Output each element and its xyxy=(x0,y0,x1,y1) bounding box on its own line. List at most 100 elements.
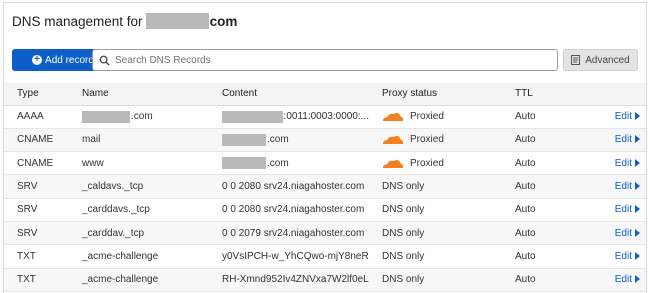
triangle-right-icon xyxy=(635,135,640,144)
record-ttl: Auto xyxy=(502,151,582,176)
advanced-label: Advanced xyxy=(585,54,630,66)
triangle-right-icon xyxy=(635,182,640,191)
triangle-right-icon xyxy=(635,112,640,121)
record-ttl: Auto xyxy=(502,221,582,246)
proxy-status-text: Proxied xyxy=(410,111,444,123)
edit-label: Edit xyxy=(614,181,632,193)
record-content: 0 0 2080 srv24.niagahoster.com xyxy=(209,174,369,199)
record-content-tail: .com xyxy=(267,134,289,146)
edit-link[interactable]: Edit xyxy=(582,268,646,292)
record-content: :0011:0003:0000:... xyxy=(209,105,369,129)
triangle-right-icon xyxy=(635,158,640,167)
cloud-icon xyxy=(383,159,404,168)
dns-management-panel: DNS management for com + Add record Adva… xyxy=(3,2,647,293)
proxy-status: DNS only xyxy=(369,198,502,222)
record-type: CNAME xyxy=(4,128,69,153)
edit-label: Edit xyxy=(614,250,632,262)
edit-link[interactable]: Edit xyxy=(582,128,646,153)
record-name: _carddav._tcp xyxy=(69,221,209,246)
edit-label: Edit xyxy=(614,134,632,146)
record-ttl: Auto xyxy=(502,244,582,269)
record-content: 0 0 2079 srv24.niagahoster.com xyxy=(209,221,369,246)
record-type: TXT xyxy=(4,268,69,292)
edit-label: Edit xyxy=(614,157,632,169)
record-type: SRV xyxy=(4,174,69,199)
triangle-right-icon xyxy=(635,205,640,214)
proxy-status: DNS only xyxy=(369,221,502,246)
edit-link[interactable]: Edit xyxy=(582,174,646,199)
search-box[interactable] xyxy=(92,49,558,71)
record-name: _caldavs._tcp xyxy=(69,174,209,199)
redacted-domain xyxy=(145,13,209,29)
proxy-status: DNS only xyxy=(369,268,502,292)
search-input[interactable] xyxy=(115,54,535,66)
edit-link[interactable]: Edit xyxy=(582,151,646,176)
document-icon xyxy=(571,55,581,65)
page-title-prefix: DNS management for xyxy=(12,13,143,29)
redacted-content xyxy=(222,133,266,146)
record-ttl: Auto xyxy=(502,105,582,129)
record-type: AAAA xyxy=(4,105,69,129)
edit-link[interactable]: Edit xyxy=(582,198,646,222)
record-name: www xyxy=(69,151,209,176)
proxy-status-text: Proxied xyxy=(410,157,444,169)
record-content-tail: :0011:0003:0000:... xyxy=(283,111,369,123)
record-name: mail xyxy=(69,128,209,153)
proxy-status: DNS only xyxy=(369,174,502,199)
column-header-type[interactable]: Type xyxy=(4,83,69,106)
triangle-right-icon xyxy=(635,228,640,237)
table-row[interactable]: CNAME mail .com Proxied Auto Edit xyxy=(4,128,646,153)
edit-link[interactable]: Edit xyxy=(582,105,646,129)
proxy-status: Proxied xyxy=(369,151,502,176)
cloud-icon xyxy=(383,136,404,145)
record-content: .com xyxy=(209,128,369,153)
record-type: SRV xyxy=(4,221,69,246)
record-ttl: Auto xyxy=(502,174,582,199)
edit-label: Edit xyxy=(614,111,632,123)
record-name: _carddavs._tcp xyxy=(69,198,209,222)
advanced-button[interactable]: Advanced xyxy=(563,49,638,71)
record-content: .com xyxy=(209,151,369,176)
proxy-status: Proxied xyxy=(369,105,502,129)
dns-records-table: Type Name Content Proxy status TTL AAAA … xyxy=(4,83,646,292)
table-row[interactable]: SRV _caldavs._tcp 0 0 2080 srv24.niagaho… xyxy=(4,174,646,199)
column-header-proxy-status[interactable]: Proxy status xyxy=(369,83,502,106)
column-header-content[interactable]: Content xyxy=(209,83,369,106)
table-row[interactable]: TXT _acme-challenge y0VsIPCH-w_YhCQwo-mj… xyxy=(4,244,646,269)
record-ttl: Auto xyxy=(502,198,582,222)
edit-link[interactable]: Edit xyxy=(582,221,646,246)
column-header-ttl[interactable]: TTL xyxy=(502,83,582,106)
edit-link[interactable]: Edit xyxy=(582,244,646,269)
record-content: 0 0 2080 srv24.niagahoster.com xyxy=(209,198,369,222)
triangle-right-icon xyxy=(635,275,640,284)
record-type: TXT xyxy=(4,244,69,269)
table-row[interactable]: SRV _carddavs._tcp 0 0 2080 srv24.niagah… xyxy=(4,198,646,222)
plus-circle-icon: + xyxy=(32,55,43,65)
record-type: CNAME xyxy=(4,151,69,176)
triangle-right-icon xyxy=(635,251,640,260)
proxy-status-text: Proxied xyxy=(410,134,444,146)
table-row[interactable]: AAAA .com :0011:0003:0000:... Proxied Au… xyxy=(4,105,646,129)
record-ttl: Auto xyxy=(502,128,582,153)
page-title-domain-suffix: com xyxy=(209,13,238,29)
record-name: _acme-challenge xyxy=(69,244,209,269)
edit-label: Edit xyxy=(614,227,632,239)
record-ttl: Auto xyxy=(502,268,582,292)
redacted-name xyxy=(82,110,130,123)
record-content: RH-Xmnd952Iv4ZNVxa7W2lf0eL... xyxy=(209,268,369,292)
search-icon xyxy=(99,55,110,66)
column-header-name[interactable]: Name xyxy=(69,83,209,106)
table-row[interactable]: SRV _carddav._tcp 0 0 2079 srv24.niagaho… xyxy=(4,221,646,246)
proxy-status: Proxied xyxy=(369,128,502,153)
redacted-content xyxy=(222,110,283,123)
table-header-row: Type Name Content Proxy status TTL xyxy=(4,83,646,106)
toolbar: + Add record Advanced xyxy=(12,49,638,71)
table-row[interactable]: TXT _acme-challenge RH-Xmnd952Iv4ZNVxa7W… xyxy=(4,268,646,292)
proxy-status: DNS only xyxy=(369,244,502,269)
record-name-tail: .com xyxy=(131,111,153,123)
cloud-icon xyxy=(383,113,404,122)
page-title: DNS management for com xyxy=(12,13,237,29)
add-record-label: Add record xyxy=(45,54,94,66)
column-header-actions xyxy=(582,83,646,106)
table-row[interactable]: CNAME www .com Proxied Auto Edit xyxy=(4,151,646,176)
